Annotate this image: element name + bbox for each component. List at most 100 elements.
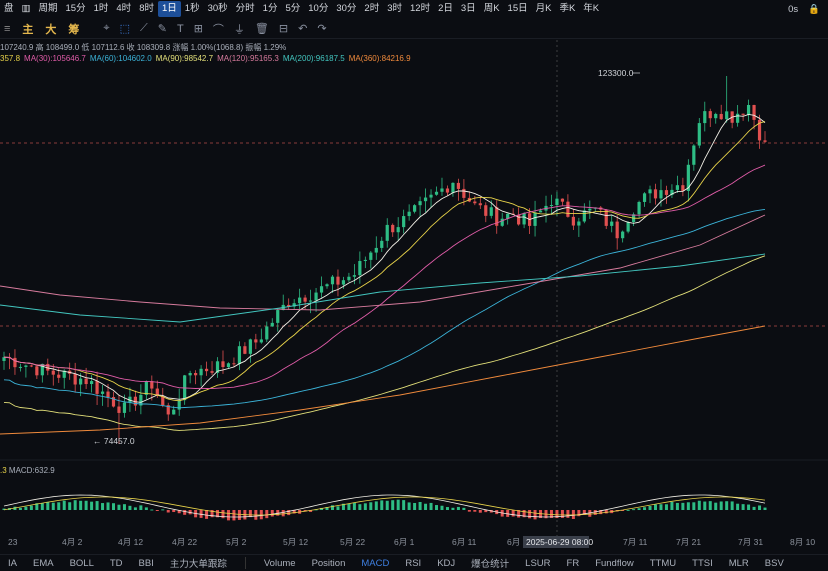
- interval-14[interactable]: 12时: [406, 1, 434, 17]
- tab-6[interactable]: Volume: [256, 558, 304, 569]
- tab-4[interactable]: BBI: [131, 558, 162, 569]
- tab-15[interactable]: TTMU: [642, 558, 684, 569]
- candle-body: [210, 371, 214, 373]
- macd-bar: [686, 502, 690, 510]
- candle-body: [615, 221, 619, 239]
- measure-icon[interactable]: ⊞: [194, 22, 203, 35]
- chip-label[interactable]: 筹: [68, 21, 79, 37]
- period-label[interactable]: 周期: [35, 1, 62, 17]
- tab-12[interactable]: LSUR: [517, 558, 558, 569]
- main-label[interactable]: 主: [22, 21, 33, 37]
- tab-8[interactable]: MACD: [353, 558, 397, 569]
- macd-bar: [763, 507, 767, 510]
- interval-7[interactable]: 分时: [232, 1, 259, 17]
- interval-0[interactable]: 15分: [62, 1, 90, 17]
- tab-9[interactable]: RSI: [397, 558, 429, 569]
- candle-body: [100, 391, 105, 394]
- interval-11[interactable]: 30分: [332, 1, 360, 17]
- interval-2[interactable]: 4时: [112, 1, 135, 17]
- tab-13[interactable]: FR: [559, 558, 588, 569]
- macd-bar: [281, 510, 285, 517]
- tab-0[interactable]: IA: [0, 558, 25, 569]
- macd-bar: [467, 510, 471, 512]
- macd-bar: [155, 510, 159, 511]
- interval-16[interactable]: 3日: [457, 1, 480, 17]
- macd-bar: [664, 504, 668, 510]
- candle-body: [571, 216, 575, 226]
- interval-12[interactable]: 2时: [360, 1, 383, 17]
- candles-icon[interactable]: ▥: [18, 1, 35, 17]
- ma7-line: [3, 113, 766, 403]
- candle-body: [746, 104, 751, 115]
- interval-3[interactable]: 8时: [135, 1, 158, 17]
- redo-icon[interactable]: ↷: [317, 22, 326, 35]
- tab-2[interactable]: BOLL: [62, 558, 102, 569]
- macd-bar: [265, 510, 269, 519]
- price-chart[interactable]: 123300.0 ← 74457.0 23 4月 2 4月 12 4月 22 5月 2 5月 …: [0, 40, 828, 554]
- macd-bar: [429, 502, 433, 510]
- select-icon[interactable]: ⬚: [120, 22, 130, 35]
- interval-1[interactable]: 1时: [90, 1, 113, 17]
- tab-17[interactable]: MLR: [721, 558, 757, 569]
- text-icon[interactable]: T: [177, 23, 184, 35]
- interval-18[interactable]: 15日: [504, 1, 532, 17]
- interval-10[interactable]: 10分: [304, 1, 332, 17]
- macd-bar: [18, 507, 22, 510]
- interval-6[interactable]: 30秒: [204, 1, 232, 17]
- tab-1[interactable]: EMA: [25, 558, 62, 569]
- interval-4[interactable]: 1日: [157, 1, 181, 17]
- candle-body: [391, 224, 395, 233]
- candle-body: [648, 189, 652, 194]
- macd-bar: [528, 510, 532, 519]
- tab-18[interactable]: BSV: [757, 558, 792, 569]
- tab-3[interactable]: TD: [102, 558, 131, 569]
- tab-10[interactable]: KDJ: [429, 558, 463, 569]
- candle-body: [402, 216, 406, 228]
- bars-icon[interactable]: ≡: [4, 23, 10, 35]
- big-label[interactable]: 大: [45, 21, 56, 37]
- interval-20[interactable]: 季K: [555, 1, 579, 17]
- interval-13[interactable]: 3时: [383, 1, 406, 17]
- undo-icon[interactable]: ↶: [298, 22, 307, 35]
- magnet-icon[interactable]: ⌒: [213, 21, 224, 37]
- candle-body: [276, 310, 280, 323]
- macd-bar: [478, 510, 482, 513]
- delete-icon[interactable]: 🗑: [255, 22, 269, 35]
- macd-bar: [445, 507, 449, 510]
- candle-body: [254, 339, 258, 343]
- interval-17[interactable]: 周K: [480, 1, 504, 17]
- line-icon[interactable]: ⟋: [140, 22, 148, 35]
- filter-icon[interactable]: ⏚: [234, 21, 245, 37]
- brush-icon[interactable]: ✎: [158, 22, 167, 35]
- interval-19[interactable]: 月K: [532, 1, 556, 17]
- tab-14[interactable]: Fundflow: [587, 558, 642, 569]
- lock-icon[interactable]: 🔒: [808, 4, 820, 15]
- interval-21[interactable]: 年K: [579, 1, 603, 17]
- interval-15[interactable]: 2日: [434, 1, 457, 17]
- tab-16[interactable]: TTSI: [684, 558, 721, 569]
- tab-5[interactable]: 主力大单跟踪: [162, 556, 235, 570]
- macd-bar: [736, 503, 740, 510]
- tab-7[interactable]: Position: [304, 558, 354, 569]
- macd-value: MACD:632.9: [8, 466, 55, 475]
- indicator-tabs: IA EMA BOLL TD BBI 主力大单跟踪 Volume Position MACD RS…: [0, 554, 828, 571]
- layout-icon[interactable]: ⊟: [279, 22, 288, 35]
- macd-bar: [95, 501, 99, 510]
- candle-body: [336, 276, 340, 285]
- macd-bar: [741, 504, 745, 510]
- interval-5[interactable]: 1秒: [181, 1, 204, 17]
- macd-bar: [90, 501, 94, 510]
- candle-body: [423, 197, 428, 202]
- candle-body: [500, 218, 504, 226]
- candle-body: [352, 275, 356, 277]
- cursor-icon[interactable]: ⌖: [103, 22, 109, 35]
- interval-9[interactable]: 5分: [281, 1, 304, 17]
- candle-body: [314, 292, 318, 301]
- candle-body: [35, 366, 39, 376]
- interval-8[interactable]: 1分: [259, 1, 282, 17]
- tab-11[interactable]: 爆仓统计: [463, 556, 517, 570]
- candle-body: [259, 339, 263, 343]
- macd-bar: [435, 505, 439, 510]
- candle-body: [719, 113, 723, 120]
- candle-body: [243, 346, 247, 354]
